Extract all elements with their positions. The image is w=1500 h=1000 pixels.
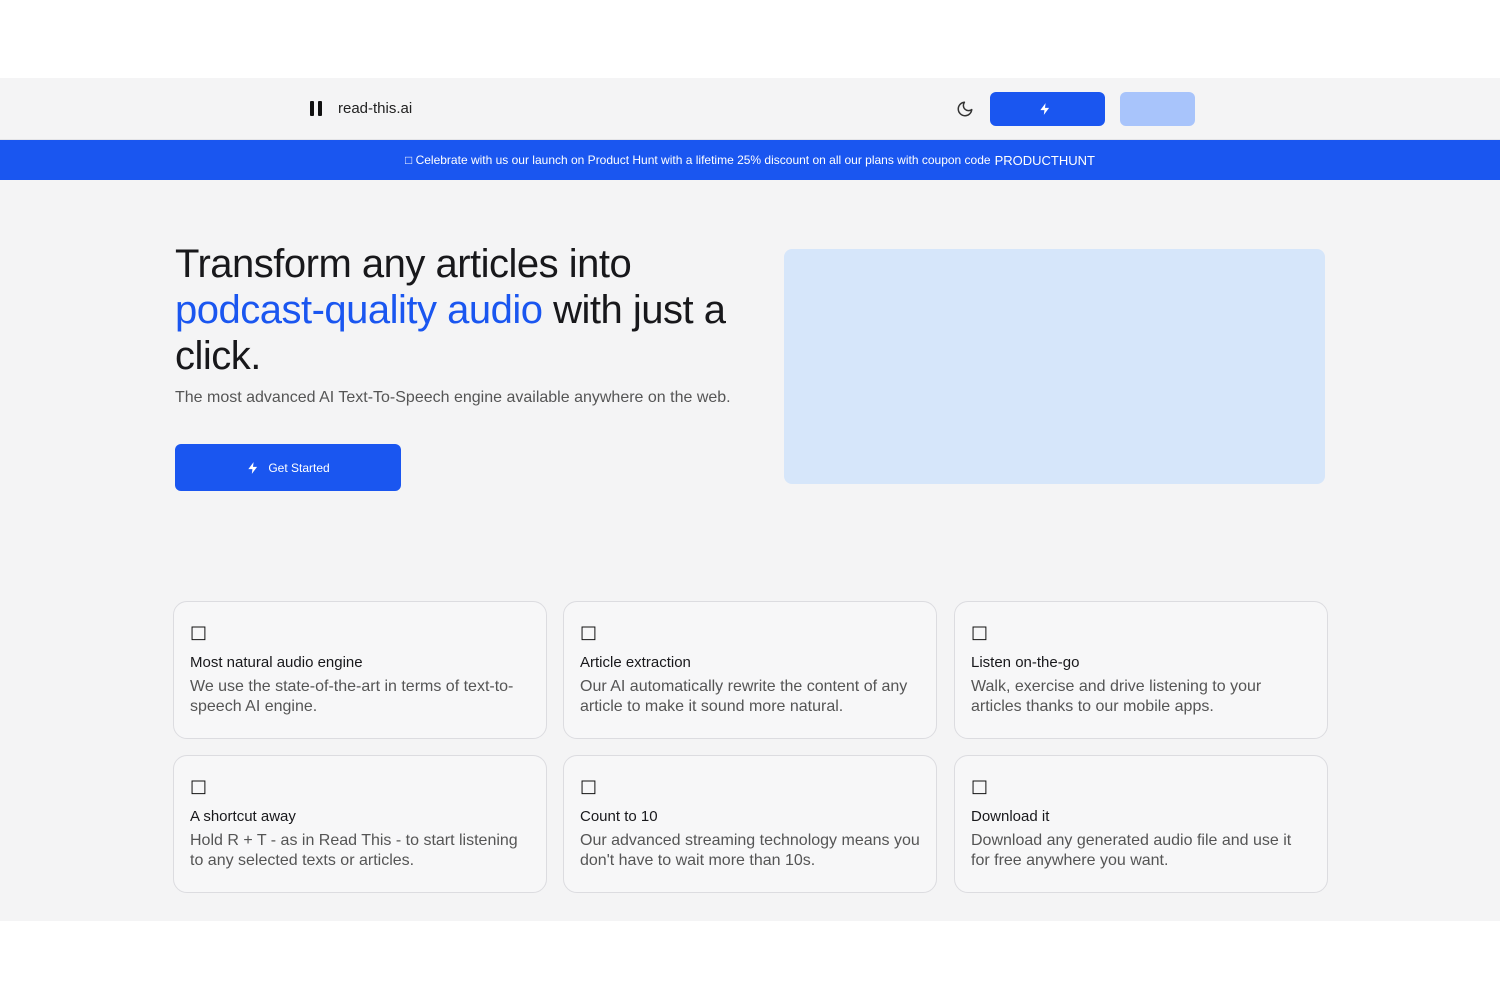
promo-banner: □ Celebrate with us our launch on Produc… [0, 140, 1500, 180]
get-started-label: Get Started [268, 460, 330, 475]
feature-card: □ Article extraction Our AI automaticall… [563, 601, 937, 739]
lightning-icon [1039, 103, 1049, 115]
feature-icon: □ [190, 776, 208, 797]
feature-title: Download it [971, 808, 1050, 825]
get-started-nav-button[interactable] [990, 92, 1105, 126]
feature-description: Our AI automatically rewrite the content… [580, 678, 908, 715]
hero-subtitle: The most advanced AI Text-To-Speech engi… [175, 389, 731, 406]
feature-description: We use the state-of-the-art in terms of … [190, 678, 514, 715]
lightning-icon [248, 461, 258, 474]
feature-icon: □ [580, 776, 598, 797]
feature-title: Article extraction [580, 654, 691, 671]
feature-icon: □ [971, 776, 989, 797]
feature-icon: □ [971, 622, 989, 643]
feature-description: Hold R + T - as in Read This - to start … [190, 832, 518, 869]
page: read-this.ai □ Celebrate with us our lau… [0, 78, 1500, 921]
hero-media-placeholder [784, 249, 1325, 484]
sign-in-button[interactable] [1120, 92, 1195, 126]
brand[interactable]: read-this.ai [310, 100, 412, 117]
moon-icon[interactable] [956, 100, 974, 118]
feature-description: Our advanced streaming technology means … [580, 832, 920, 869]
feature-icon: □ [190, 622, 208, 643]
get-started-button[interactable]: Get Started [175, 444, 401, 491]
feature-card: □ Listen on-the-go Walk, exercise and dr… [954, 601, 1328, 739]
feature-title: Count to 10 [580, 808, 658, 825]
feature-card: □ Most natural audio engine We use the s… [173, 601, 547, 739]
promo-banner-text: □ Celebrate with us our launch on Produc… [405, 153, 991, 167]
hero-title: Transform any articles into podcast-quali… [175, 241, 755, 379]
pause-icon [310, 100, 324, 117]
feature-card: □ A shortcut away Hold R + T - as in Rea… [173, 755, 547, 893]
hero-title-part1: Transform any articles into [175, 242, 632, 286]
hero-title-accent: podcast-quality audio [175, 288, 543, 332]
top-navbar: read-this.ai [0, 78, 1500, 140]
feature-card: □ Count to 10 Our advanced streaming tec… [563, 755, 937, 893]
feature-description: Walk, exercise and drive listening to yo… [971, 678, 1262, 715]
feature-title: Most natural audio engine [190, 654, 363, 671]
brand-name: read-this.ai [338, 100, 413, 117]
feature-title: Listen on-the-go [971, 654, 1080, 671]
feature-title: A shortcut away [190, 808, 296, 825]
feature-description: Download any generated audio file and us… [971, 832, 1292, 869]
feature-icon: □ [580, 622, 598, 643]
feature-card: □ Download it Download any generated aud… [954, 755, 1328, 893]
coupon-code: PRODUCTHUNT [994, 152, 1095, 168]
